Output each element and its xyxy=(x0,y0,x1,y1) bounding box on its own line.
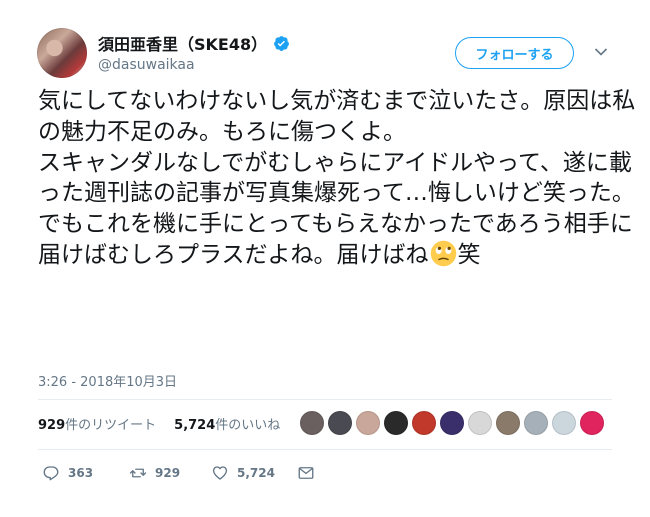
tweet-timestamp[interactable]: 3:26 - 2018年10月3日 xyxy=(38,371,177,390)
retweet-stat-count: 929 xyxy=(38,418,66,433)
liker-avatar[interactable] xyxy=(524,411,548,435)
retweet-count: 929 xyxy=(155,466,181,480)
liker-avatar[interactable] xyxy=(440,411,464,435)
tweet-text: 気にしてないわけないし気が済むまで泣いたさ。原因は私の魅力不足のみ。もろに傷つく… xyxy=(38,86,638,271)
tweet-tail: 笑 xyxy=(457,241,481,268)
reply-icon xyxy=(43,466,59,481)
like-count: 5,724 xyxy=(237,466,275,480)
liker-avatar[interactable] xyxy=(496,411,520,435)
liker-avatar[interactable] xyxy=(412,411,436,435)
retweet-stat-label: 件のリツイート xyxy=(65,418,157,433)
display-name[interactable]: 須田亜香里（SKE48） xyxy=(98,31,267,55)
handle[interactable]: @dasuwaikaa xyxy=(98,57,195,73)
like-button[interactable]: 5,724 xyxy=(211,464,297,482)
liker-avatar[interactable] xyxy=(300,411,324,435)
liker-avatar[interactable] xyxy=(328,411,352,435)
like-stat-count: 5,724 xyxy=(174,418,216,433)
liker-avatars xyxy=(300,411,604,435)
envelope-icon xyxy=(298,467,314,479)
divider xyxy=(38,449,612,450)
engagement-stats: 929件のリツイート 5,724件のいいね xyxy=(38,414,280,433)
direct-message-button[interactable] xyxy=(297,464,315,482)
heart-icon xyxy=(212,466,228,480)
face-with-rolling-eyes-emoji xyxy=(430,240,456,267)
liker-avatar[interactable] xyxy=(356,411,380,435)
retweet-button[interactable]: 929 xyxy=(129,464,211,482)
tweet-actions: 363 929 5,724 xyxy=(42,464,315,482)
retweet-stat[interactable]: 929件のリツイート xyxy=(38,414,156,433)
tweet-body: 気にしてないわけないし気が済むまで泣いたさ。原因は私の魅力不足のみ。もろに傷つく… xyxy=(38,88,636,268)
like-stat-label: 件のいいね xyxy=(215,418,281,433)
reply-count: 363 xyxy=(68,466,94,480)
verified-badge-icon xyxy=(274,35,290,51)
chevron-down-icon[interactable] xyxy=(594,47,608,57)
avatar[interactable] xyxy=(37,28,87,78)
retweet-icon xyxy=(129,468,147,478)
like-stat[interactable]: 5,724件のいいね xyxy=(174,414,280,433)
liker-avatar[interactable] xyxy=(468,411,492,435)
author-name-row[interactable]: 須田亜香里（SKE48） xyxy=(98,31,290,55)
liker-avatar[interactable] xyxy=(384,411,408,435)
follow-button[interactable]: フォローする xyxy=(455,37,574,69)
divider xyxy=(38,399,612,400)
reply-button[interactable]: 363 xyxy=(42,464,129,482)
liker-avatar[interactable] xyxy=(580,411,604,435)
liker-avatar[interactable] xyxy=(552,411,576,435)
